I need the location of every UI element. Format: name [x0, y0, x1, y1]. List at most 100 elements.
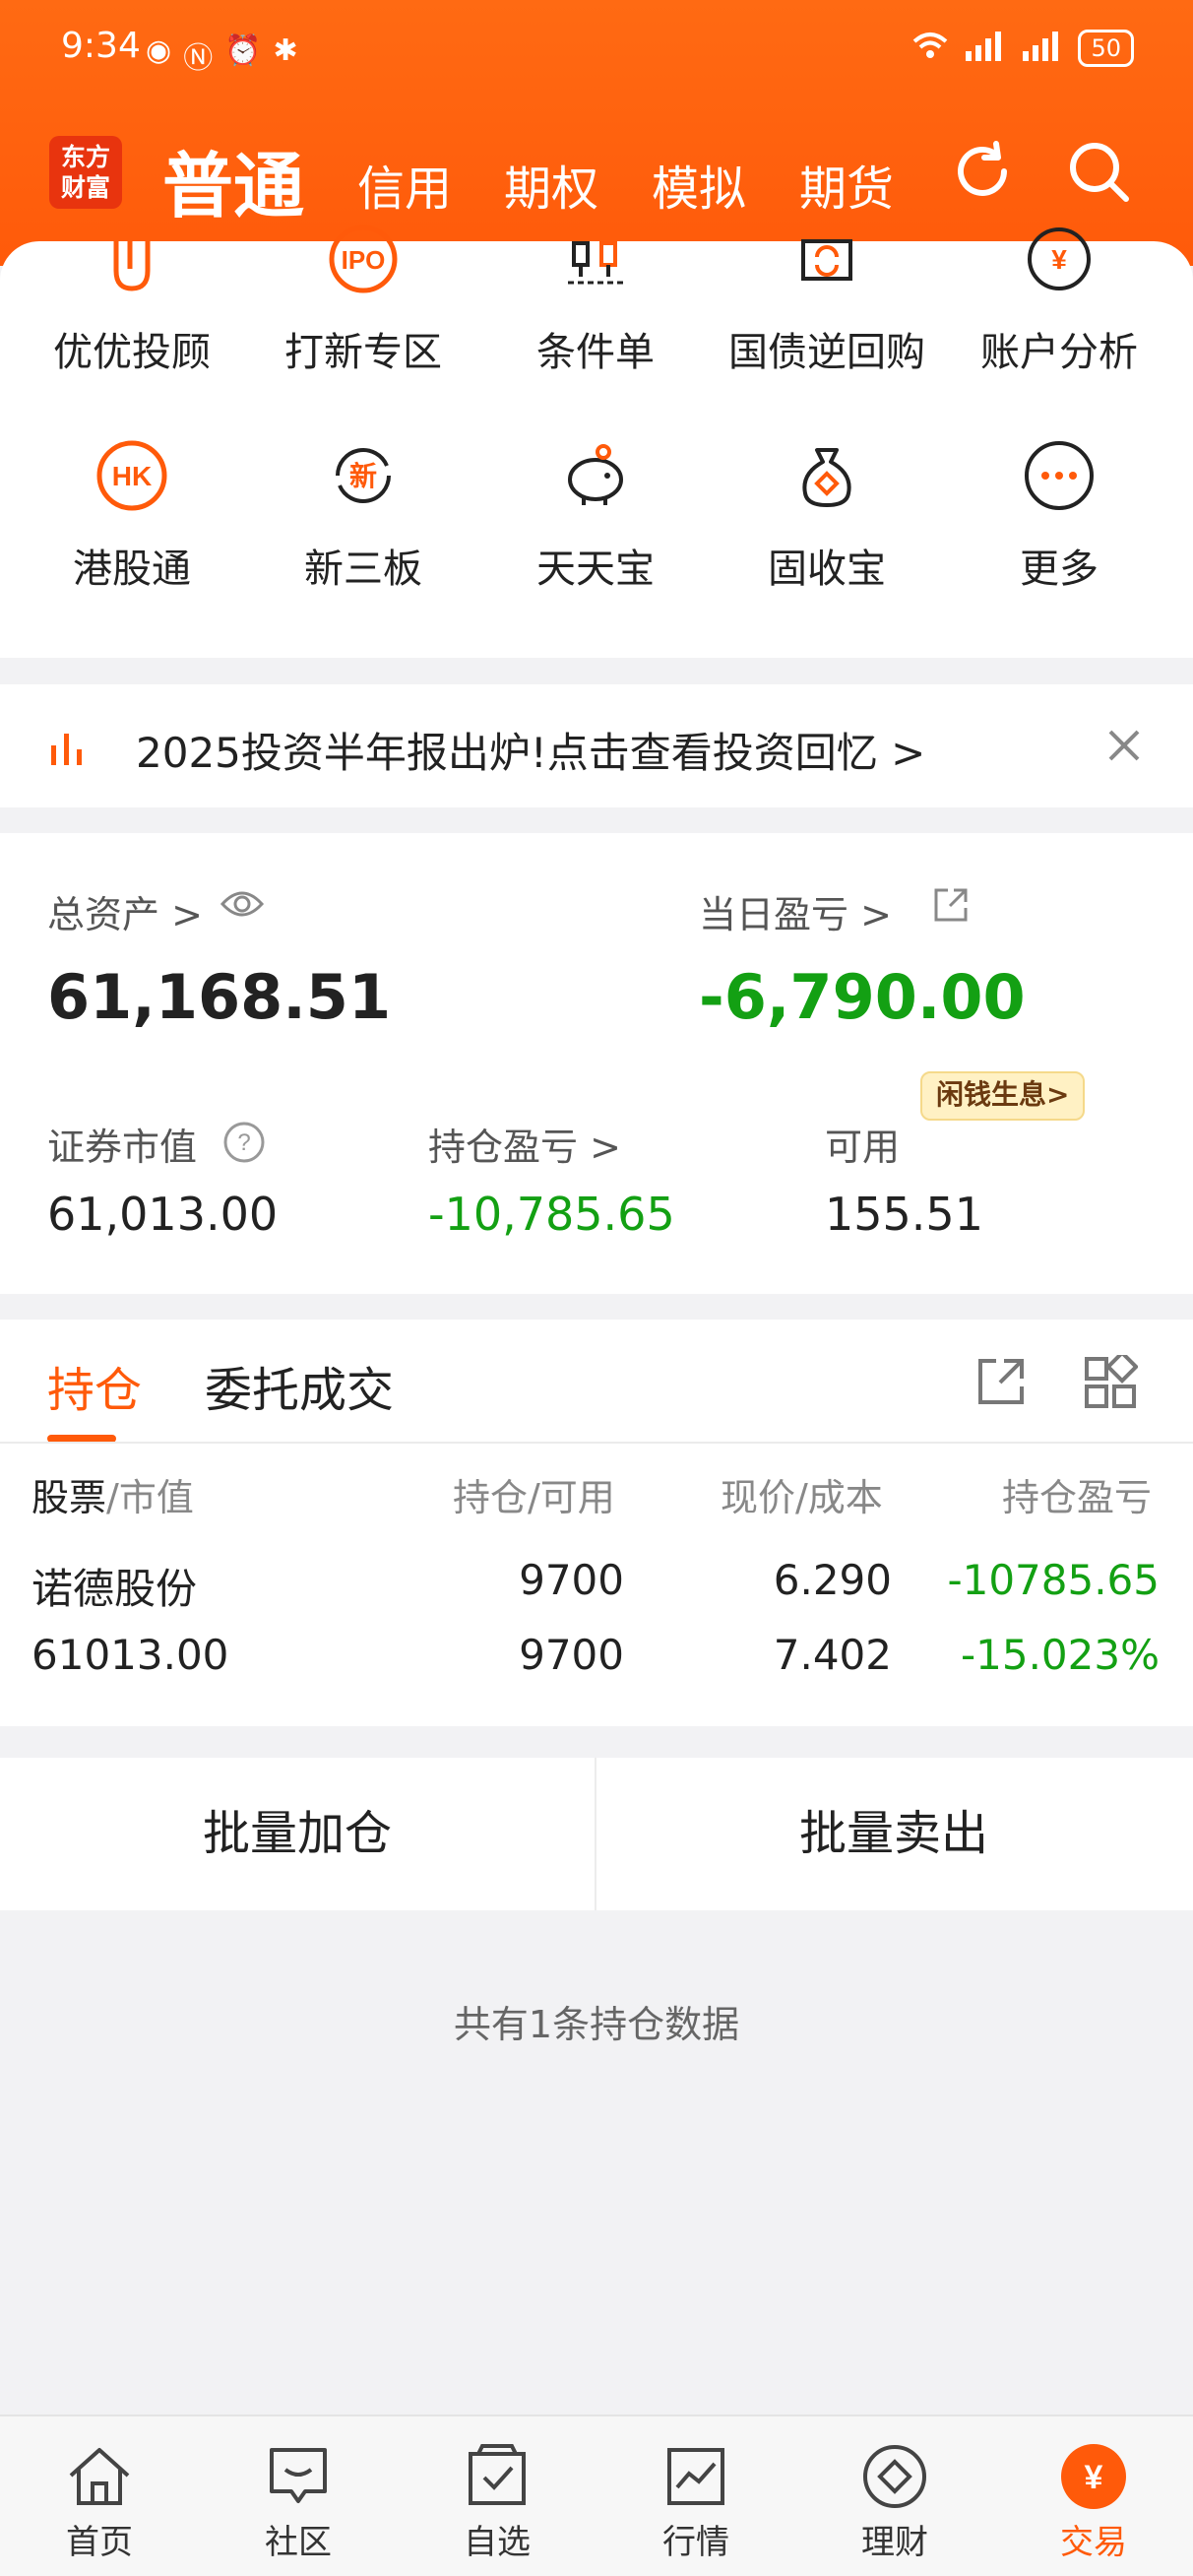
reverse-repo-icon	[789, 222, 864, 296]
alarm-icon: ⏰	[224, 33, 262, 68]
tab-orders[interactable]: 委托成交	[205, 1351, 394, 1420]
shortcut-label: 账户分析	[980, 330, 1138, 375]
current-price: 6.290	[773, 1556, 892, 1604]
position-pl-value: -10,785.65	[428, 1188, 675, 1241]
batch-add-button[interactable]: 批量加仓	[0, 1758, 595, 1910]
idle-cash-badge[interactable]: 闲钱生息>	[920, 1071, 1086, 1121]
stock-name: 诺德股份	[31, 1565, 198, 1613]
position-pl: -10785.65	[947, 1556, 1160, 1604]
home-icon	[61, 2438, 138, 2515]
search-icon[interactable]	[1063, 136, 1134, 207]
shortcut-reverse-repo[interactable]: 国债逆回购	[711, 239, 943, 389]
grid-view-icon[interactable]	[1083, 1350, 1139, 1410]
tab-options[interactable]: 期权	[504, 150, 598, 219]
svg-text:¥: ¥	[1051, 244, 1067, 275]
logo-line1: 东方	[60, 143, 110, 171]
market-icon	[658, 2438, 734, 2515]
market-value-label: 证券市值	[47, 1126, 198, 1169]
shortcut-label: 新三板	[304, 547, 422, 592]
wealth-icon	[856, 2438, 933, 2515]
nfc-icon: Ⓝ	[183, 41, 214, 76]
shortcut-label: 优优投顾	[53, 330, 211, 375]
advisor-icon	[94, 222, 169, 296]
signal-icon	[964, 30, 1007, 67]
daily-pl-label[interactable]: 当日盈亏 >	[699, 884, 892, 938]
shortcut-hk-connect[interactable]: HK 港股通	[16, 438, 248, 606]
shortcut-label: 港股通	[73, 547, 191, 592]
hk-icon: HK	[94, 438, 169, 513]
export-icon[interactable]	[974, 1355, 1028, 1408]
status-icons-left: ◉ Ⓝ ⏰ ✱	[146, 33, 298, 77]
available-label: 可用	[825, 1126, 901, 1169]
bottom-nav: 首页 社区 自选 行情 理财 ¥ 交易	[0, 2415, 1193, 2576]
piggy-bank-icon	[558, 438, 633, 513]
brand-logo[interactable]: 东方 财富	[49, 136, 122, 209]
wifi-icon	[910, 30, 950, 67]
shortcut-account-analysis[interactable]: ¥ 账户分析	[943, 227, 1175, 389]
batch-actions: 批量加仓 批量卖出	[0, 1758, 1193, 1910]
battery-icon: 50	[1078, 30, 1134, 67]
daily-pl-value: -6,790.00	[699, 961, 1026, 1033]
nav-trade[interactable]: ¥ 交易	[994, 2416, 1193, 2576]
shortcut-ipo[interactable]: IPO 打新专区	[247, 225, 479, 389]
nav-home[interactable]: 首页	[0, 2416, 199, 2576]
position-count: 共有1条持仓数据	[453, 2003, 740, 2046]
tab-credit[interactable]: 信用	[357, 150, 452, 219]
trade-icon: ¥	[1055, 2438, 1132, 2515]
available-qty: 9700	[519, 1631, 624, 1679]
col-pl: 持仓盈亏	[1002, 1476, 1153, 1519]
shortcut-more[interactable]: 更多	[943, 438, 1175, 606]
tab-simulation[interactable]: 模拟	[652, 150, 746, 219]
available-value: 155.51	[825, 1188, 983, 1241]
tab-positions[interactable]: 持仓	[47, 1351, 142, 1420]
shortcut-label: 打新专区	[284, 330, 442, 375]
col-price: 现价/成本	[721, 1476, 883, 1519]
share-icon[interactable]	[930, 884, 972, 926]
position-pl-percent: -15.023%	[960, 1631, 1160, 1679]
market-value: 61,013.00	[47, 1188, 279, 1241]
promo-banner[interactable]: 2025投资半年报出炉!点击查看投资回忆 >	[0, 684, 1193, 807]
eye-icon[interactable]	[219, 886, 266, 922]
shortcut-gushoubao[interactable]: 固收宝	[711, 438, 943, 606]
close-icon[interactable]	[1102, 724, 1146, 767]
condition-order-icon	[558, 222, 633, 296]
batch-sell-button[interactable]: 批量卖出	[596, 1758, 1191, 1910]
total-assets-label[interactable]: 总资产 >	[47, 884, 203, 938]
tab-normal[interactable]: 普通	[162, 128, 304, 231]
signal-icon-2	[1021, 30, 1064, 67]
status-bar: 9:34 ◉ Ⓝ ⏰ ✱ 50	[61, 26, 1134, 76]
assets-summary: 总资产 > 61,168.51 当日盈亏 > -6,790.00 证券市值 ? …	[0, 833, 1193, 1294]
refresh-icon[interactable]	[947, 136, 1018, 207]
nav-label: 社区	[265, 2523, 332, 2562]
nav-watchlist[interactable]: 自选	[398, 2416, 596, 2576]
new-third-board-icon: 新	[326, 438, 401, 513]
stock-market-value: 61013.00	[31, 1631, 229, 1679]
money-bag-icon	[789, 438, 864, 513]
logo-line2: 财富	[60, 173, 110, 202]
banner-text: 2025投资半年报出炉!点击查看投资回忆 >	[136, 729, 926, 777]
nav-wealth[interactable]: 理财	[795, 2416, 994, 2576]
bar-chart-icon	[47, 728, 87, 767]
nav-label: 交易	[1060, 2523, 1127, 2562]
position-pl-label[interactable]: 持仓盈亏 >	[428, 1117, 621, 1171]
cost-price: 7.402	[773, 1631, 892, 1679]
nav-market[interactable]: 行情	[596, 2416, 795, 2576]
more-icon	[1022, 438, 1097, 513]
watchlist-icon	[459, 2438, 535, 2515]
shortcut-new-third-board[interactable]: 新 新三板	[247, 438, 479, 606]
tab-futures[interactable]: 期货	[799, 150, 894, 219]
help-icon[interactable]: ?	[222, 1121, 266, 1164]
shortcut-condition-order[interactable]: 条件单	[479, 241, 712, 389]
shortcut-advisor[interactable]: 优优投顾	[16, 241, 248, 389]
col-holding: 持仓/可用	[453, 1476, 615, 1519]
holding-qty: 9700	[519, 1556, 624, 1604]
eye-icon: ◉	[146, 33, 172, 68]
shortcut-tiantianbao[interactable]: 天天宝	[479, 438, 712, 606]
table-row[interactable]: 诺德股份 61013.00 9700 9700 6.290 7.402 -107…	[0, 1556, 1193, 1713]
svg-text:IPO: IPO	[342, 245, 386, 275]
shortcut-label: 国债逆回购	[728, 330, 925, 375]
nav-community[interactable]: 社区	[199, 2416, 398, 2576]
total-assets-value: 61,168.51	[47, 961, 392, 1033]
positions-panel: 持仓 委托成交 股票/市值 持仓/可用 现价/成本 持仓盈亏 诺德股份 6101…	[0, 1320, 1193, 1726]
community-icon	[260, 2438, 337, 2515]
